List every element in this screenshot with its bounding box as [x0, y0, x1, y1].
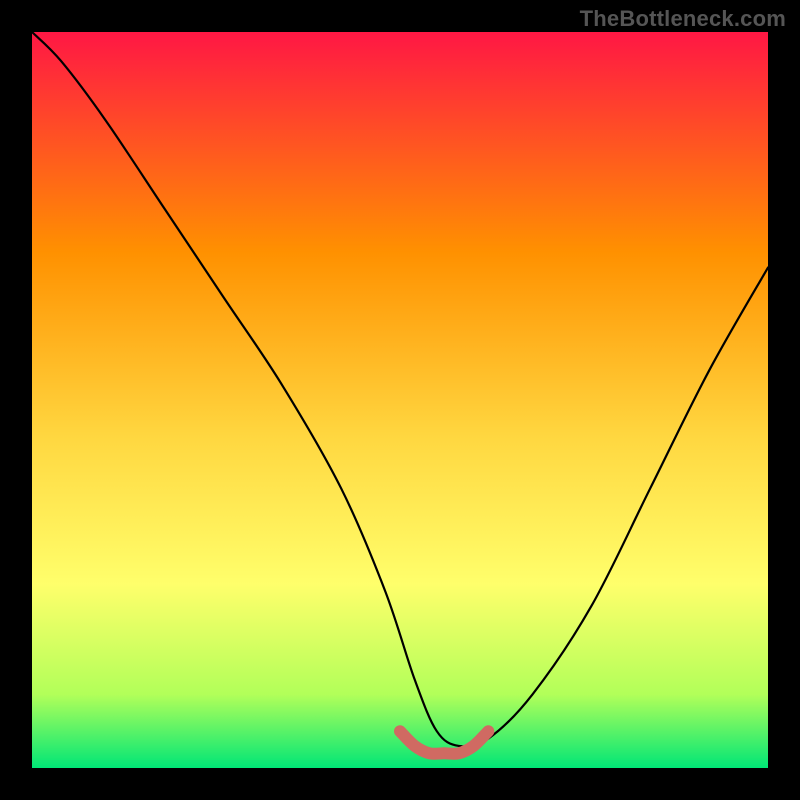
watermark-text: TheBottleneck.com — [580, 6, 786, 32]
chart-svg — [32, 32, 768, 768]
gradient-background — [32, 32, 768, 768]
plot-area — [32, 32, 768, 768]
chart-frame: TheBottleneck.com — [0, 0, 800, 800]
